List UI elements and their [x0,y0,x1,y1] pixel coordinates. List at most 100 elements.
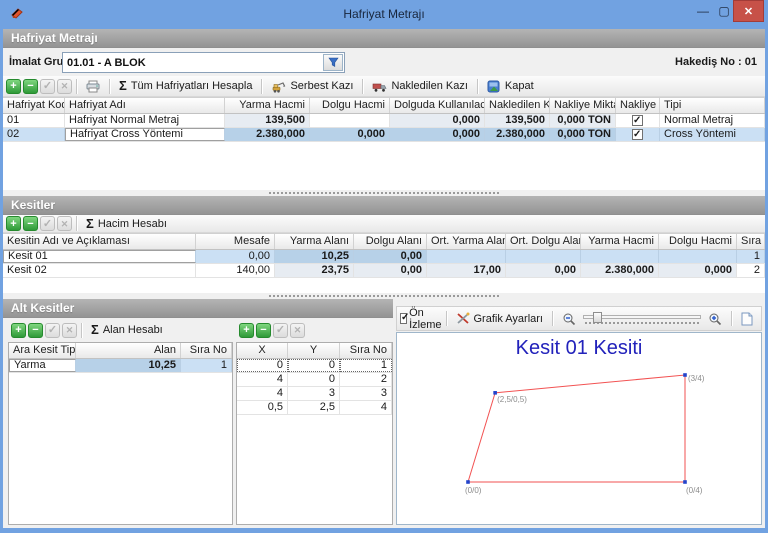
kapat-button[interactable]: Kapat [482,77,539,95]
cell[interactable]: 2.380,000 [485,128,550,141]
cell[interactable]: 0,000 [659,264,737,277]
table-row[interactable]: 001 [237,359,392,373]
cell[interactable] [616,114,660,127]
column-header[interactable]: Ort. Dolgu Alanı [506,234,581,249]
column-header[interactable]: Kesitin Adı ve Açıklaması [3,234,196,249]
cell[interactable]: 2 [340,373,392,386]
cell[interactable] [310,114,390,127]
hacim-hesabi-button[interactable]: Σ Hacim Hesabı [81,215,172,233]
column-header[interactable]: Dolgu Alanı [354,234,427,249]
delete-row-button[interactable] [28,323,43,338]
column-header[interactable]: Hafriyat Kodu [3,98,65,113]
cell[interactable]: 0,000 [390,114,485,127]
zoom-in-button[interactable] [703,310,727,328]
add-row-button[interactable] [6,79,21,94]
cell[interactable]: Yarma [9,359,76,372]
cell[interactable]: 3 [340,387,392,400]
cell[interactable]: 2 [737,264,765,277]
row-checkbox[interactable] [632,115,643,126]
cell[interactable]: 4 [340,401,392,414]
column-header[interactable]: Tipi [660,98,765,113]
cell[interactable] [616,128,660,141]
vertex-marker[interactable] [683,480,687,484]
table-row[interactable]: Kesit 02140,0023,750,0017,000,002.380,00… [3,264,765,278]
column-header[interactable]: Nakledilen Kazı [485,98,550,113]
cell[interactable]: Kesit 01 [3,250,196,263]
column-header[interactable]: Nakliye Var [616,98,660,113]
table-row[interactable]: Yarma10,251 [9,359,232,373]
column-header[interactable]: Dolgu Hacmi [659,234,737,249]
table-row[interactable]: 02Hafriyat Cross Yöntemi2.380,0000,0000,… [3,128,765,142]
minimize-button[interactable]: — [694,0,712,21]
column-header[interactable]: Sıra No [737,234,765,249]
cell[interactable] [659,250,737,263]
cell[interactable]: 01 [3,114,65,127]
column-header[interactable]: Ara Kesit Tipi [9,343,76,358]
cell[interactable]: 4 [237,373,288,386]
serbest-kazi-button[interactable]: Serbest Kazı [266,77,358,95]
cell[interactable]: 139,500 [225,114,310,127]
alan-hesabi-button[interactable]: Σ Alan Hesabı [86,321,168,339]
vertex-marker[interactable] [466,480,470,484]
column-header[interactable]: Sıra No [340,343,392,358]
grafik-ayarlari-button[interactable]: Grafik Ayarları [451,310,549,328]
vertex-marker[interactable] [683,373,687,377]
confirm-button[interactable] [40,216,55,231]
cell[interactable]: 2.380,000 [225,128,310,141]
delete-row-button[interactable] [23,79,38,94]
cell[interactable] [427,250,506,263]
cell[interactable]: 3 [288,387,340,400]
cell[interactable]: 0,5 [237,401,288,414]
add-row-button[interactable] [11,323,26,338]
close-button[interactable]: ✕ [733,0,764,22]
table-row[interactable]: 433 [237,387,392,401]
column-header[interactable]: Yarma Hacmi [225,98,310,113]
cell[interactable]: 0 [288,373,340,386]
confirm-button[interactable] [45,323,60,338]
row-checkbox[interactable] [632,129,643,140]
cell[interactable]: 0 [288,359,340,372]
cancel-button[interactable] [62,323,77,338]
cell[interactable]: Normal Metraj [660,114,765,127]
cell[interactable]: Hafriyat Normal Metraj [65,114,225,127]
cell[interactable]: 0,00 [506,264,581,277]
delete-row-button[interactable] [256,323,271,338]
column-header[interactable]: Sıra No [181,343,232,358]
cell[interactable]: Kesit 02 [3,264,196,277]
imalat-grubu-lookup-button[interactable] [323,54,343,71]
print-preview-button[interactable] [736,310,758,328]
cell[interactable]: 2.380,000 [581,264,659,277]
imalat-grubu-input[interactable] [65,54,319,71]
column-header[interactable]: Yarma Hacmi [581,234,659,249]
cell[interactable]: 0,00 [354,250,427,263]
cell[interactable]: 17,00 [427,264,506,277]
confirm-button[interactable] [40,79,55,94]
cancel-button[interactable] [290,323,305,338]
calc-all-button[interactable]: Σ Tüm Hafriyatları Hesapla [114,77,257,95]
nakledilen-kazi-button[interactable]: Nakledilen Kazı [367,77,472,95]
cell[interactable]: Hafriyat Cross Yöntemi [65,128,225,141]
cell[interactable]: 1 [340,359,392,372]
cell[interactable]: 10,25 [76,359,181,372]
column-header[interactable]: Alan [76,343,181,358]
cell[interactable]: 0,000 TON [550,128,616,141]
on-izleme-checkbox[interactable] [400,313,407,324]
cell[interactable]: 0 [237,359,288,372]
column-header[interactable]: Yarma Alanı [275,234,354,249]
cell[interactable]: 0,00 [196,250,275,263]
add-row-button[interactable] [239,323,254,338]
add-row-button[interactable] [6,216,21,231]
table-row[interactable]: Kesit 010,0010,250,001 [3,250,765,264]
column-header[interactable]: Ort. Yarma Alanı [427,234,506,249]
delete-row-button[interactable] [23,216,38,231]
cell[interactable]: 0,000 [390,128,485,141]
cancel-button[interactable] [57,79,72,94]
column-header[interactable]: Dolgu Hacmi [310,98,390,113]
column-header[interactable]: Y [288,343,340,358]
cell[interactable]: 10,25 [275,250,354,263]
cell[interactable]: 1 [737,250,765,263]
cell[interactable]: Cross Yöntemi [660,128,765,141]
cell[interactable]: 02 [3,128,65,141]
cell[interactable]: 4 [237,387,288,400]
table-row[interactable]: 0,52,54 [237,401,392,415]
